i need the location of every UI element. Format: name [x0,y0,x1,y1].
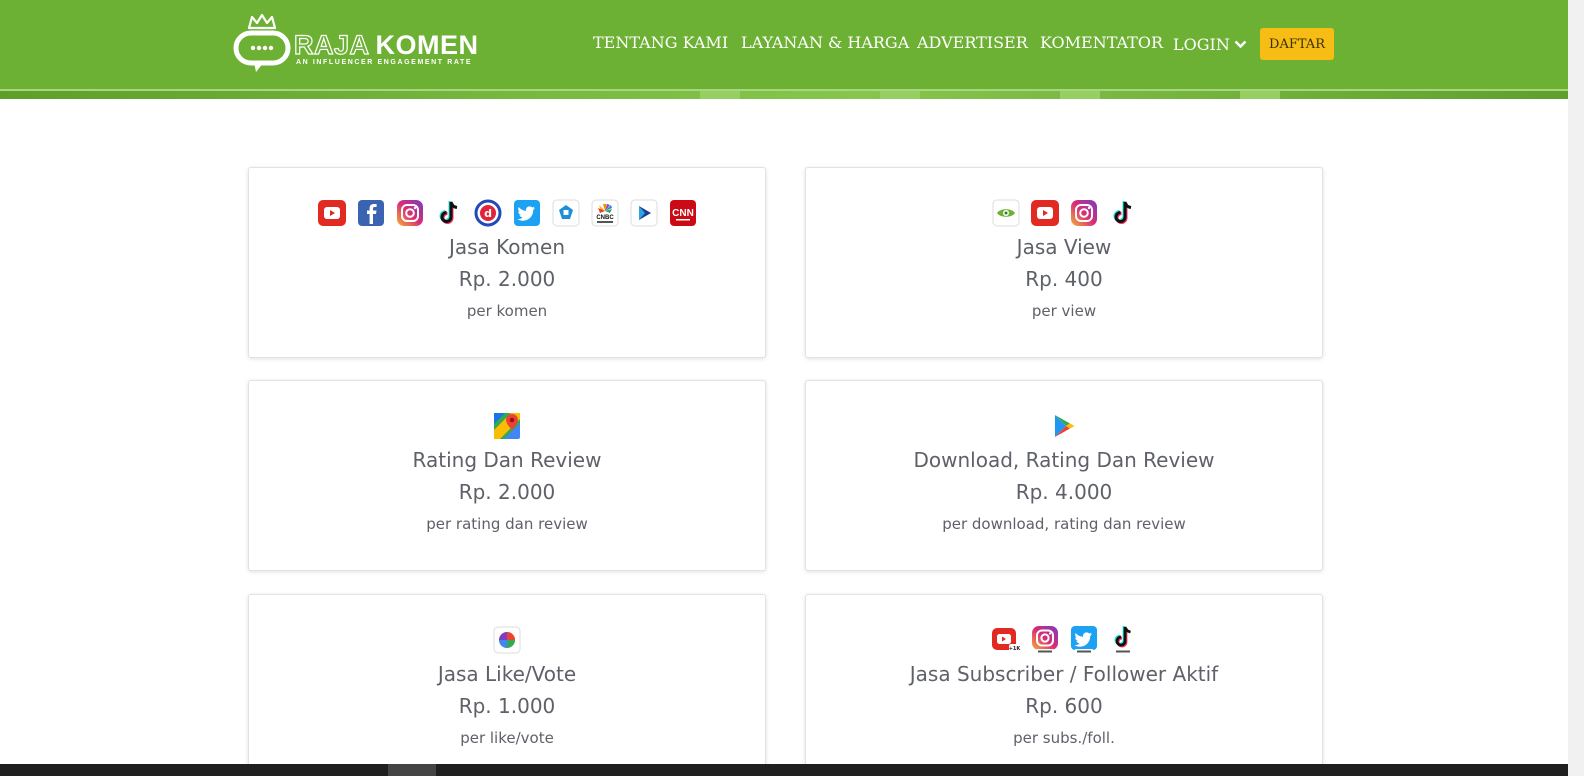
service-card-komen[interactable]: d CNBC CNN Jasa Komen Rp. 2.000 per kome… [248,167,766,358]
facebook-icon [357,200,384,226]
service-price: Rp. 2.000 [458,480,556,504]
nav-login-dropdown[interactable]: LOGIN [1173,33,1247,55]
google-play-icon [1055,415,1075,437]
service-title: Jasa Subscriber / Follower Aktif [909,662,1219,686]
play-news-icon [630,199,657,227]
scrollbar-thumb[interactable] [388,764,436,776]
service-price: Rp. 400 [1025,267,1103,291]
header-pattern-chevron [700,91,740,99]
header-pattern [0,91,1568,99]
nav-login-label: LOGIN [1173,34,1230,54]
service-unit: per like/vote [460,729,554,747]
service-unit: per komen [466,302,548,320]
nav-komentator[interactable]: KOMENTATOR [1040,33,1163,55]
youtube-icon [1030,200,1059,226]
cnn-icon: CNN [669,200,696,226]
svg-text:+1K: +1K [1008,646,1020,652]
crown-chat-logo-icon [233,14,291,72]
logo-tagline: AN INFLUENCER ENGAGEMENT RATE [296,59,473,66]
service-card-download-rating-review[interactable]: Download, Rating Dan Review Rp. 4.000 pe… [805,380,1323,571]
detik-icon: d [474,199,501,227]
service-price: Rp. 600 [1025,694,1103,718]
tiktok-follow-icon [1113,626,1132,654]
service-price: Rp. 1.000 [458,694,556,718]
nav-tentang-kami[interactable]: TENTANG KAMI [593,33,728,55]
service-title: Download, Rating Dan Review [913,448,1215,472]
vertical-scrollbar[interactable] [1568,0,1584,776]
service-card-like-vote[interactable]: Jasa Like/Vote Rp. 1.000 per like/vote [248,594,766,776]
chevron-down-icon [1234,40,1247,48]
service-card-view[interactable]: Jasa View Rp. 400 per view [805,167,1323,358]
kompas-icon [552,199,579,227]
service-price: Rp. 2.000 [458,267,556,291]
instagram-icon [1070,200,1097,226]
service-title: Jasa Komen [448,235,565,259]
header-pattern-chevron [1060,91,1100,99]
horizontal-scrollbar[interactable] [0,764,1568,776]
platform-icons [806,411,1322,441]
header-pattern-chevron [1240,91,1280,99]
site-header: RAJA KOMEN AN INFLUENCER ENGAGEMENT RATE … [0,0,1568,99]
youtube-icon [317,200,346,226]
platform-icons [249,625,765,655]
header-pattern-chevron [880,91,920,99]
svg-text:CNN: CNN [672,208,694,219]
nav-layanan-harga[interactable]: LAYANAN & HARGA [741,33,909,55]
tiktok-icon [1113,201,1131,224]
platform-icons: +1K [806,625,1322,655]
cnbc-icon: CNBC [591,199,618,227]
tiktok-icon [439,201,457,224]
service-card-subscriber-follower[interactable]: +1K Jasa Subscriber / Follower Aktif Rp.… [805,594,1323,776]
service-price: Rp. 4.000 [1015,480,1113,504]
eye-icon [992,199,1019,227]
service-title: Rating Dan Review [412,448,602,472]
service-unit: per view [1031,302,1097,320]
nav-advertiser[interactable]: ADVERTISER [917,33,1028,55]
platform-icons: d CNBC CNN [249,198,765,228]
twitter-icon [513,200,540,226]
service-unit: per rating dan review [426,515,588,533]
service-unit: per download, rating dan review [942,515,1186,533]
service-card-rating-review[interactable]: Rating Dan Review Rp. 2.000 per rating d… [248,380,766,571]
google-maps-icon [494,413,520,439]
service-title: Jasa Like/Vote [437,662,577,686]
signup-button[interactable]: DAFTAR [1260,28,1334,60]
twitter-follow-icon [1070,626,1097,654]
service-title: Jasa View [1016,235,1112,259]
logo-wordmark: RAJA KOMEN [293,29,479,60]
svg-text:CNBC: CNBC [596,215,614,221]
service-unit: per subs./foll. [1013,729,1115,747]
instagram-icon [396,200,423,226]
svg-text:d: d [484,207,492,220]
youtube-subscribe-icon: +1K [991,628,1021,652]
like-vote-icon [493,626,521,654]
platform-icons [806,198,1322,228]
platform-icons [249,411,765,441]
instagram-follow-icon [1031,626,1058,654]
site-logo[interactable]: RAJA KOMEN AN INFLUENCER ENGAGEMENT RATE [232,14,478,78]
